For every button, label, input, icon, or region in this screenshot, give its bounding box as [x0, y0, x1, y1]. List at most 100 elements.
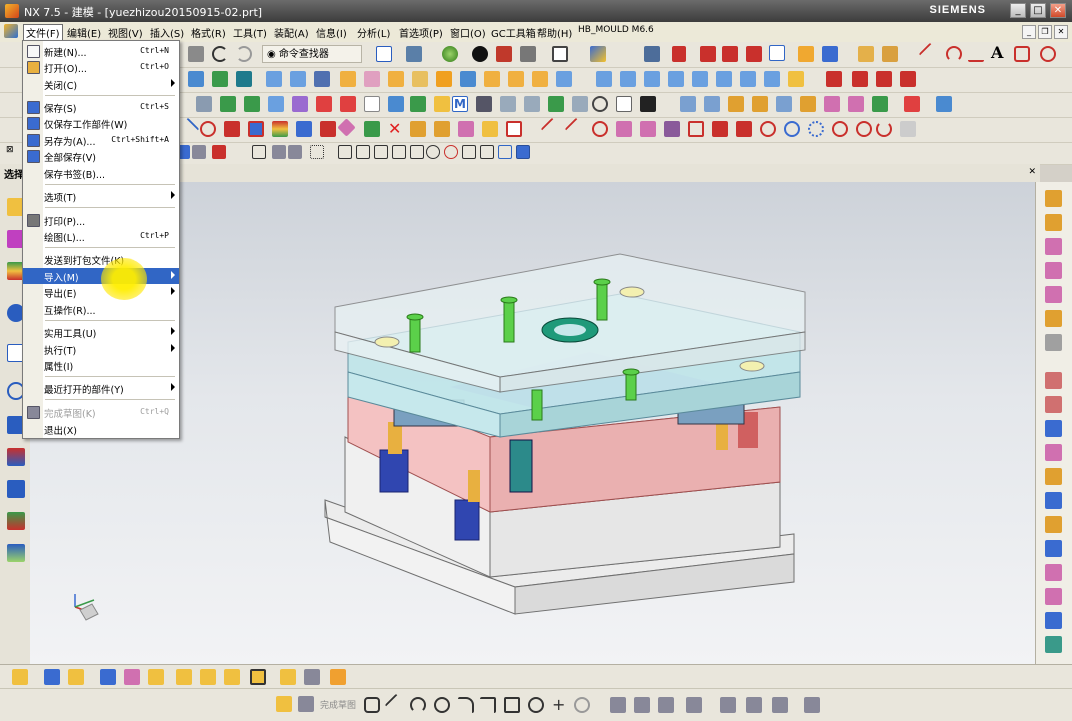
diamond-icon[interactable] — [337, 118, 356, 137]
sketch-fillet-icon[interactable] — [458, 697, 474, 713]
offset-curve-icon[interactable] — [1014, 46, 1030, 62]
slash-icon[interactable] — [540, 117, 564, 141]
edge-icon[interactable] — [292, 96, 308, 112]
menu-gc-toolbox[interactable]: GC工具箱 — [491, 25, 536, 40]
chamfer-icon[interactable] — [436, 71, 452, 87]
vector-icon[interactable] — [746, 46, 762, 62]
menu-help[interactable]: 帮助(H) — [537, 25, 572, 40]
offset-face-icon[interactable] — [556, 71, 572, 87]
cut-face-icon[interactable] — [764, 71, 780, 87]
asm-tool13-icon[interactable] — [330, 669, 346, 685]
curve-tool-icon[interactable] — [826, 71, 842, 87]
check-body-icon[interactable] — [364, 121, 380, 137]
bom-icon[interactable] — [1045, 636, 1062, 653]
file-menu-item[interactable]: 发送到打包文件(K) — [23, 251, 179, 267]
ring2-icon[interactable] — [784, 121, 800, 137]
sketch-convert-icon[interactable] — [804, 697, 820, 713]
system-materials-icon[interactable] — [7, 448, 25, 466]
layout-icon[interactable] — [800, 96, 816, 112]
light-icon[interactable] — [482, 121, 498, 137]
mirror-icon[interactable] — [320, 121, 336, 137]
snap-point-icon[interactable] — [672, 46, 686, 62]
grid-cross-icon[interactable] — [248, 121, 264, 137]
m-icon[interactable]: M — [452, 96, 468, 112]
vertex-icon[interactable] — [316, 96, 332, 112]
ring3-icon[interactable] — [832, 121, 848, 137]
trim-icon[interactable] — [712, 121, 728, 137]
bridge-curve-icon[interactable] — [852, 71, 868, 87]
clock-icon[interactable] — [592, 96, 608, 112]
delete-face-icon[interactable] — [644, 71, 660, 87]
blocks-icon[interactable] — [458, 121, 474, 137]
finish-sketch-icon[interactable] — [298, 696, 314, 712]
sketch-extend-icon[interactable] — [634, 697, 650, 713]
point-icon[interactable] — [722, 46, 738, 62]
delete-icon[interactable]: ✕ — [388, 119, 404, 138]
resize-blend-icon[interactable] — [668, 71, 684, 87]
snap6-icon[interactable] — [288, 145, 302, 159]
circle-icon[interactable] — [1040, 46, 1056, 62]
transform-icon[interactable] — [822, 46, 838, 62]
mold-assembly-model[interactable] — [30, 182, 1036, 664]
body-icon[interactable] — [196, 96, 212, 112]
snap-intersect-icon[interactable] — [410, 145, 424, 159]
sheet-body-icon[interactable] — [220, 96, 236, 112]
menu-preferences[interactable]: 首选项(P) — [399, 25, 443, 40]
page-icon[interactable] — [616, 96, 632, 112]
asm-tool4-icon[interactable] — [100, 669, 116, 685]
maximize-button[interactable]: □ — [1030, 3, 1046, 18]
rotate-arrow-icon[interactable] — [876, 121, 892, 137]
hole-icon[interactable] — [236, 71, 252, 87]
snap-line-icon[interactable] — [480, 145, 494, 159]
snap7-icon[interactable] — [310, 145, 324, 159]
layer-icon[interactable] — [590, 46, 606, 62]
sketch-rectangle-icon[interactable] — [504, 697, 520, 713]
mold-base-icon[interactable] — [848, 96, 864, 112]
file-menu-item[interactable]: 打印(P)... — [23, 212, 179, 228]
gray-cube-icon[interactable] — [520, 46, 536, 62]
menu-analysis[interactable]: 分析(L) — [357, 25, 390, 40]
spring-icon[interactable] — [1045, 516, 1062, 533]
sketch-icon[interactable] — [276, 696, 292, 712]
cooling-icon[interactable] — [1045, 564, 1062, 581]
filter-icon[interactable] — [364, 96, 380, 112]
stripes-icon[interactable] — [272, 121, 288, 137]
plane-icon[interactable] — [410, 96, 426, 112]
minimize-button[interactable]: _ — [1010, 3, 1026, 18]
lifter-icon[interactable] — [1045, 468, 1062, 485]
ejector-pin-icon[interactable] — [1045, 372, 1062, 389]
constraint-icon[interactable] — [798, 46, 814, 62]
snap-point-on-icon[interactable] — [462, 145, 476, 159]
snap-curve-icon[interactable] — [392, 145, 406, 159]
background-icon[interactable] — [552, 46, 568, 62]
runner-icon[interactable] — [936, 96, 952, 112]
asm-tool7-icon[interactable] — [176, 669, 192, 685]
menu-assemblies[interactable]: 装配(A) — [274, 25, 309, 40]
cone-icon[interactable] — [314, 71, 330, 87]
trim-body-icon[interactable] — [508, 71, 524, 87]
sketch-chamfer-icon[interactable] — [480, 697, 496, 713]
sketch-polygon-icon[interactable] — [528, 697, 544, 713]
unite-icon[interactable] — [340, 71, 356, 87]
red-cube-icon[interactable] — [496, 46, 512, 62]
mold-tool6-icon[interactable] — [1045, 310, 1062, 327]
asm-tool11-icon[interactable] — [280, 669, 296, 685]
redo-icon[interactable] — [236, 46, 252, 62]
extend-icon[interactable] — [736, 121, 752, 137]
curve-select-icon[interactable] — [388, 96, 404, 112]
menu-format[interactable]: 格式(R) — [191, 25, 226, 40]
ring-icon[interactable] — [760, 121, 776, 137]
cylinder-icon[interactable] — [644, 46, 660, 62]
sketch-arc-icon[interactable] — [410, 697, 426, 713]
menu-file[interactable]: 文件(F) — [23, 24, 63, 41]
ring4-icon[interactable] — [856, 121, 872, 137]
process-studio-icon[interactable] — [7, 480, 25, 498]
file-menu-item[interactable]: 属性(I) — [23, 357, 179, 373]
bushing-icon[interactable] — [1045, 492, 1062, 509]
snap3-icon[interactable] — [212, 145, 226, 159]
doc-restore-button[interactable]: ❐ — [1038, 25, 1052, 39]
dotted-ring-icon[interactable] — [808, 121, 824, 137]
profile-icon[interactable] — [364, 697, 380, 713]
asm-tool5-icon[interactable] — [124, 669, 140, 685]
join-curve-icon[interactable] — [876, 71, 892, 87]
